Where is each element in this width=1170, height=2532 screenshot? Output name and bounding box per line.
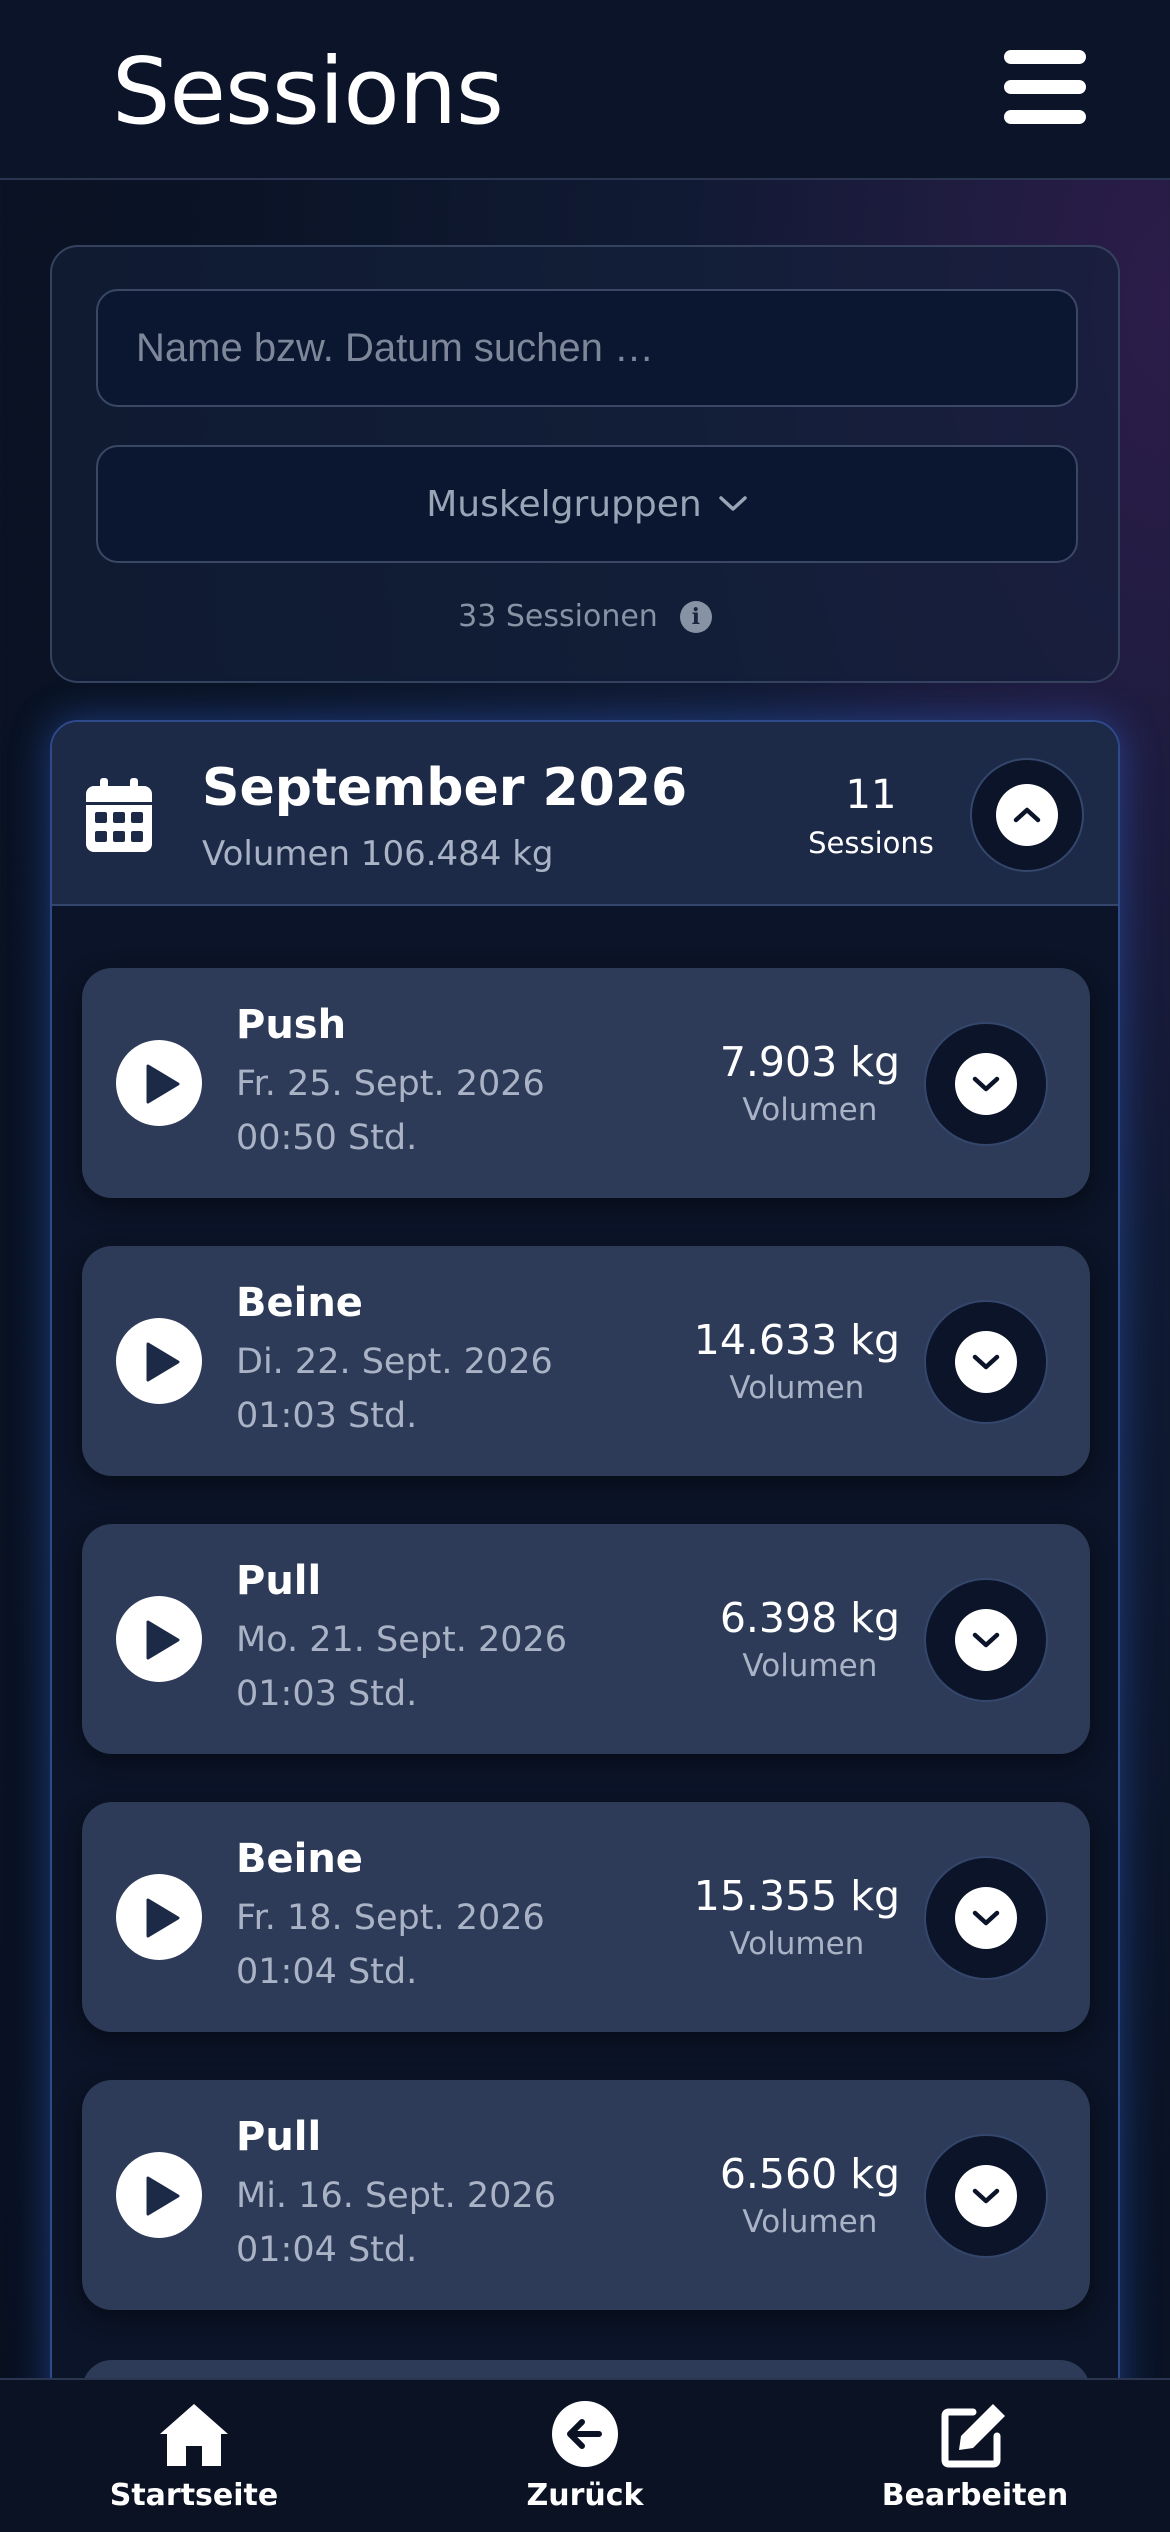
session-name: Beine [236,1836,363,1882]
session-card[interactable]: Pull Mi. 16. Sept. 2026 01:04 Std. 6.560 kg… [82,2080,1090,2310]
session-name: Push [236,1002,347,1048]
session-volume: 7.903 kg Volumen [720,1038,900,1128]
session-volume-value: 7.903 kg [719,1038,900,1086]
play-icon[interactable] [116,2152,202,2238]
search-input[interactable] [96,289,1078,407]
app-header: Sessions [0,0,1170,180]
month-count-number: 11 [845,772,897,818]
session-date: Fr. 18. Sept. 2026 [236,1898,545,1938]
session-volume-label: Volumen [729,1370,865,1406]
play-icon[interactable] [116,1040,202,1126]
session-duration: 01:04 Std. [236,2230,418,2270]
muscle-group-label: Muskelgruppen [426,483,702,525]
chevron-down-icon [955,2165,1017,2227]
session-volume: 15.355 kg Volumen [694,1872,900,1962]
session-duration: 01:03 Std. [236,1674,418,1714]
session-date: Mo. 21. Sept. 2026 [236,1620,568,1660]
nav-home[interactable]: Startseite [64,2400,324,2513]
nav-back[interactable]: Zurück [455,2400,715,2513]
play-icon[interactable] [116,1318,202,1404]
chevron-down-icon [718,496,747,511]
session-date: Mi. 16. Sept. 2026 [236,2176,556,2216]
expand-session-button[interactable] [924,1856,1048,1980]
session-name: Pull [236,1558,322,1604]
session-volume-value: 15.355 kg [693,1872,900,1920]
expand-session-button[interactable] [924,1300,1048,1424]
play-icon[interactable] [116,1596,202,1682]
nav-home-label: Startseite [109,2478,279,2513]
session-volume-value: 6.398 kg [719,1594,900,1642]
expand-session-button[interactable] [924,1022,1048,1146]
session-card[interactable]: Beine Fr. 18. Sept. 2026 01:04 Std. 15.355 … [82,1802,1090,2032]
chevron-down-icon [955,1331,1017,1393]
session-count-text: 33 Sessionen [458,599,658,634]
page-title: Sessions [112,38,504,145]
muscle-group-dropdown[interactable]: Muskelgruppen [96,445,1078,563]
month-volume: Volumen 106.484 kg [202,834,554,874]
session-volume-label: Volumen [742,1092,878,1128]
session-card[interactable]: Beine Di. 22. Sept. 2026 01:03 Std. 14.633 … [82,1246,1090,1476]
session-volume: 6.398 kg Volumen [720,1594,900,1684]
arrow-left-circle-icon [552,2401,618,2467]
bottom-navigation: Startseite Zurück Bearbeiten [0,2378,1170,2532]
chevron-up-icon [996,784,1058,846]
session-duration: 00:50 Std. [236,1118,418,1158]
session-date: Di. 22. Sept. 2026 [236,1342,553,1382]
collapse-month-button[interactable] [970,758,1084,872]
play-icon[interactable] [116,1874,202,1960]
home-icon [160,2404,228,2466]
session-count: 33 Sessionen i [52,599,1118,634]
calendar-icon [86,778,152,852]
session-volume-label: Volumen [742,1648,878,1684]
session-volume-label: Volumen [742,2204,878,2240]
hamburger-menu-icon[interactable] [1004,50,1086,124]
edit-icon [941,2404,1005,2468]
chevron-down-icon [955,1053,1017,1115]
chevron-down-icon [955,1887,1017,1949]
month-title: September 2026 [202,758,688,818]
session-volume: 6.560 kg Volumen [720,2150,900,2240]
session-volume-value: 14.633 kg [693,1316,900,1364]
session-volume: 14.633 kg Volumen [694,1316,900,1406]
chevron-down-icon [955,1609,1017,1671]
expand-session-button[interactable] [924,2134,1048,2258]
month-count-label: Sessions [808,826,934,860]
month-session-count: 11 Sessions [806,772,936,860]
session-duration: 01:03 Std. [236,1396,418,1436]
session-name: Pull [236,2114,322,2160]
info-icon[interactable]: i [679,600,712,633]
session-card[interactable]: Pull Mo. 21. Sept. 2026 01:03 Std. 6.398 kg… [82,1524,1090,1754]
nav-edit[interactable]: Bearbeiten [845,2400,1105,2513]
session-date: Fr. 25. Sept. 2026 [236,1064,545,1104]
month-header[interactable]: September 2026 Volumen 106.484 kg 11 Ses… [52,722,1118,906]
nav-back-label: Zurück [526,2478,644,2513]
filter-panel: Muskelgruppen 33 Sessionen i [50,245,1120,683]
session-volume-label: Volumen [729,1926,865,1962]
session-duration: 01:04 Std. [236,1952,418,1992]
session-name: Beine [236,1280,363,1326]
expand-session-button[interactable] [924,1578,1048,1702]
session-volume-value: 6.560 kg [719,2150,900,2198]
month-group: September 2026 Volumen 106.484 kg 11 Ses… [50,720,1120,2532]
session-card[interactable]: Push Fr. 25. Sept. 2026 00:50 Std. 7.903 kg… [82,968,1090,1198]
nav-edit-label: Bearbeiten [881,2478,1069,2513]
